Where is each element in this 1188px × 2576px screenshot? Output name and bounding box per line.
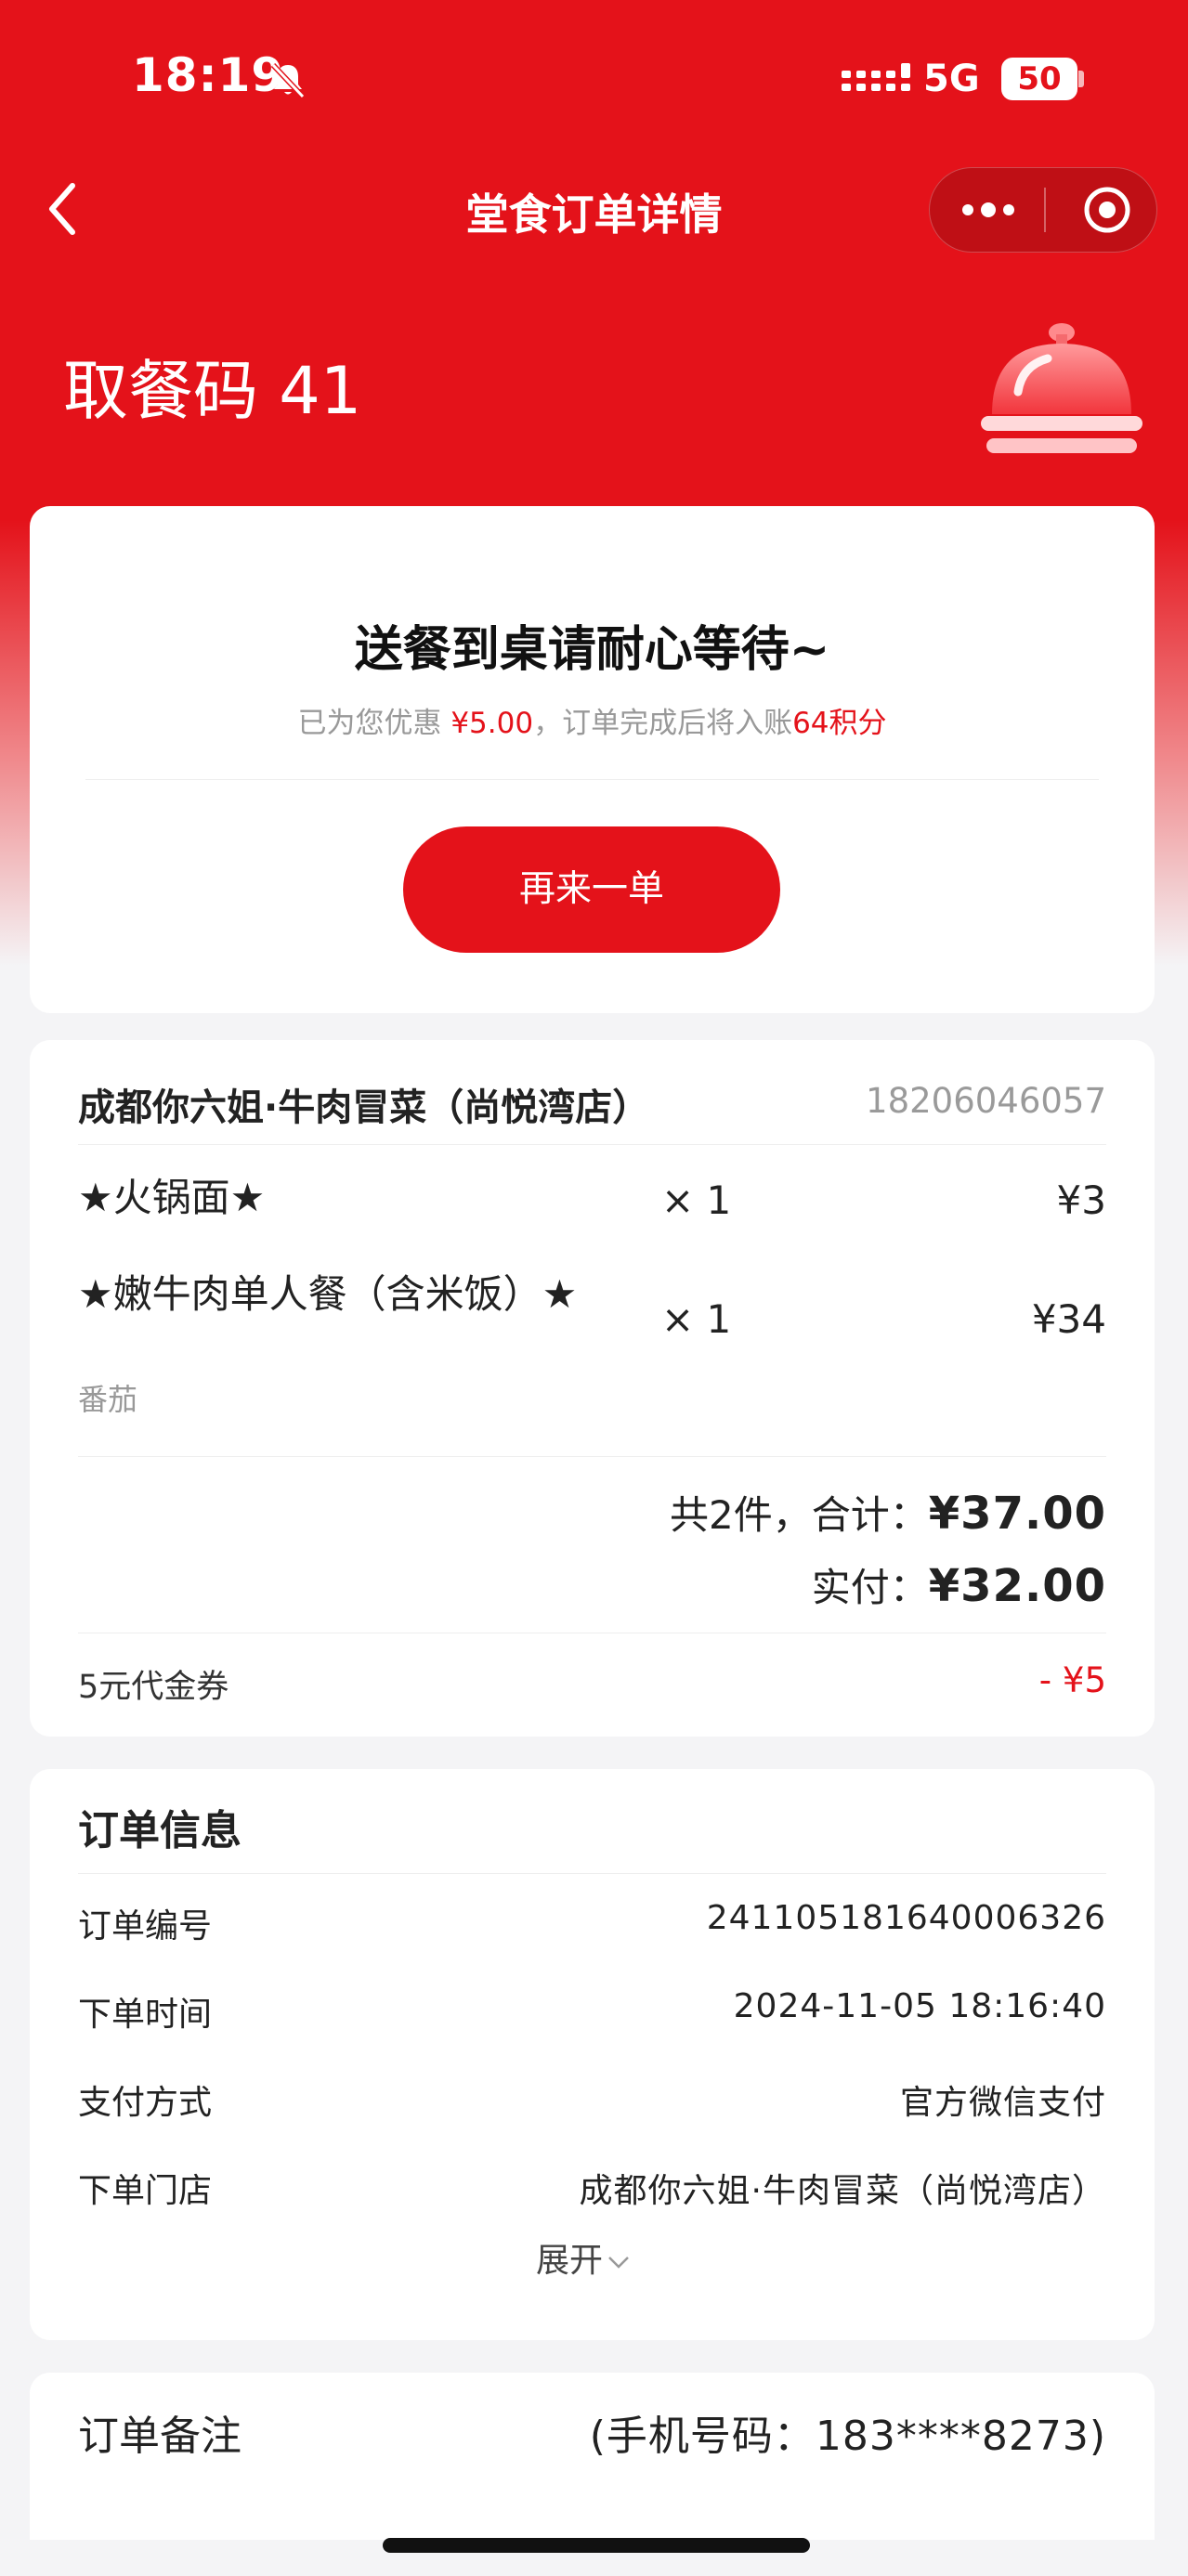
order-status-card: 送餐到桌请耐心等待~ 已为您优惠 ¥5.00，订单完成后将入账64积分 再来一单 (30, 506, 1155, 1013)
item-quantity: × 1 (661, 1177, 732, 1223)
order-info-card: 订单信息 订单编号 241105181640006326 下单时间 2024-1… (30, 1769, 1155, 2340)
network-type: 5G (923, 58, 980, 100)
home-indicator[interactable] (383, 2538, 810, 2553)
item-price: ¥34 (1031, 1296, 1106, 1342)
points-amount: 64积分 (792, 707, 887, 740)
order-items-card: 成都你六姐·牛肉冒菜（尚悦湾店） 18206046057 ★火锅面★ × 1 ¥… (30, 1040, 1155, 1737)
store-name[interactable]: 成都你六姐·牛肉冒菜（尚悦湾店） (78, 1077, 649, 1131)
pickup-code: 取餐码 41 (63, 353, 362, 429)
coupon-amount: - ¥5 (1038, 1660, 1106, 1700)
paid-line: 实付：¥32.00 (812, 1556, 1106, 1613)
status-title: 送餐到桌请耐心等待~ (354, 622, 830, 678)
store-phone[interactable]: 18206046057 (866, 1081, 1106, 1121)
status-bar: 18:19 5G 50 (0, 0, 1188, 158)
order-time-label: 下单时间 (78, 1996, 213, 2034)
more-dots-icon[interactable] (959, 197, 1018, 223)
discount-amount: ¥5.00 (450, 707, 534, 740)
expand-label: 展开 (536, 2242, 604, 2280)
item-spec: 番茄 (78, 1382, 138, 1417)
status-time: 18:19 (132, 48, 285, 102)
order-store-value: 成都你六姐·牛肉冒菜（尚悦湾店） (579, 2172, 1106, 2210)
divider (78, 1144, 1106, 1145)
paid-amount: ¥32.00 (928, 1560, 1106, 1612)
payment-method-value: 官方微信支付 (899, 2084, 1106, 2122)
total-prefix: 共2件，合计： (670, 1492, 929, 1538)
paid-prefix: 实付： (811, 1565, 929, 1610)
battery-indicator: 50 (1001, 58, 1077, 100)
signal-icon (842, 63, 910, 91)
item-quantity: × 1 (661, 1296, 732, 1342)
remark-label: 订单备注 (78, 2413, 242, 2460)
close-target-icon[interactable] (1081, 184, 1133, 236)
bell-muted-icon (270, 62, 306, 99)
order-store-label: 下单门店 (78, 2172, 213, 2210)
order-number-value[interactable]: 241105181640006326 (707, 1899, 1106, 1937)
divider (85, 779, 1099, 780)
order-total-line: 共2件，合计：¥37.00 (670, 1484, 1106, 1541)
divider (78, 1873, 1106, 1874)
capsule-divider (1044, 188, 1046, 232)
remark-value: (手机号码：183****8273) (589, 2413, 1106, 2460)
chevron-down-icon (608, 2257, 629, 2269)
status-sub-middle: ，订单完成后将入账 (533, 707, 793, 740)
status-subtitle: 已为您优惠 ¥5.00，订单完成后将入账64积分 (30, 699, 1155, 741)
battery-cap (1078, 71, 1084, 87)
item-name: ★嫩牛肉单人餐（含米饭）★ (78, 1271, 578, 1317)
status-sub-prefix: 已为您优惠 (297, 707, 451, 740)
coupon-name: 5元代金券 (78, 1669, 229, 1706)
order-number-label: 订单编号 (78, 1907, 213, 1945)
item-name: ★火锅面★ (78, 1175, 266, 1220)
order-remark-card: 订单备注 (手机号码：183****8273) (30, 2373, 1155, 2540)
payment-method-label: 支付方式 (78, 2084, 213, 2122)
info-title: 订单信息 (78, 1807, 242, 1854)
expand-toggle[interactable]: 展开 (536, 2233, 631, 2282)
food-cloche-icon (981, 323, 1142, 453)
item-price: ¥3 (1056, 1177, 1106, 1223)
total-amount: ¥37.00 (928, 1488, 1106, 1540)
reorder-button[interactable]: 再来一单 (403, 826, 780, 953)
order-time-value: 2024-11-05 18:16:40 (733, 1987, 1106, 2025)
divider (78, 1456, 1106, 1457)
